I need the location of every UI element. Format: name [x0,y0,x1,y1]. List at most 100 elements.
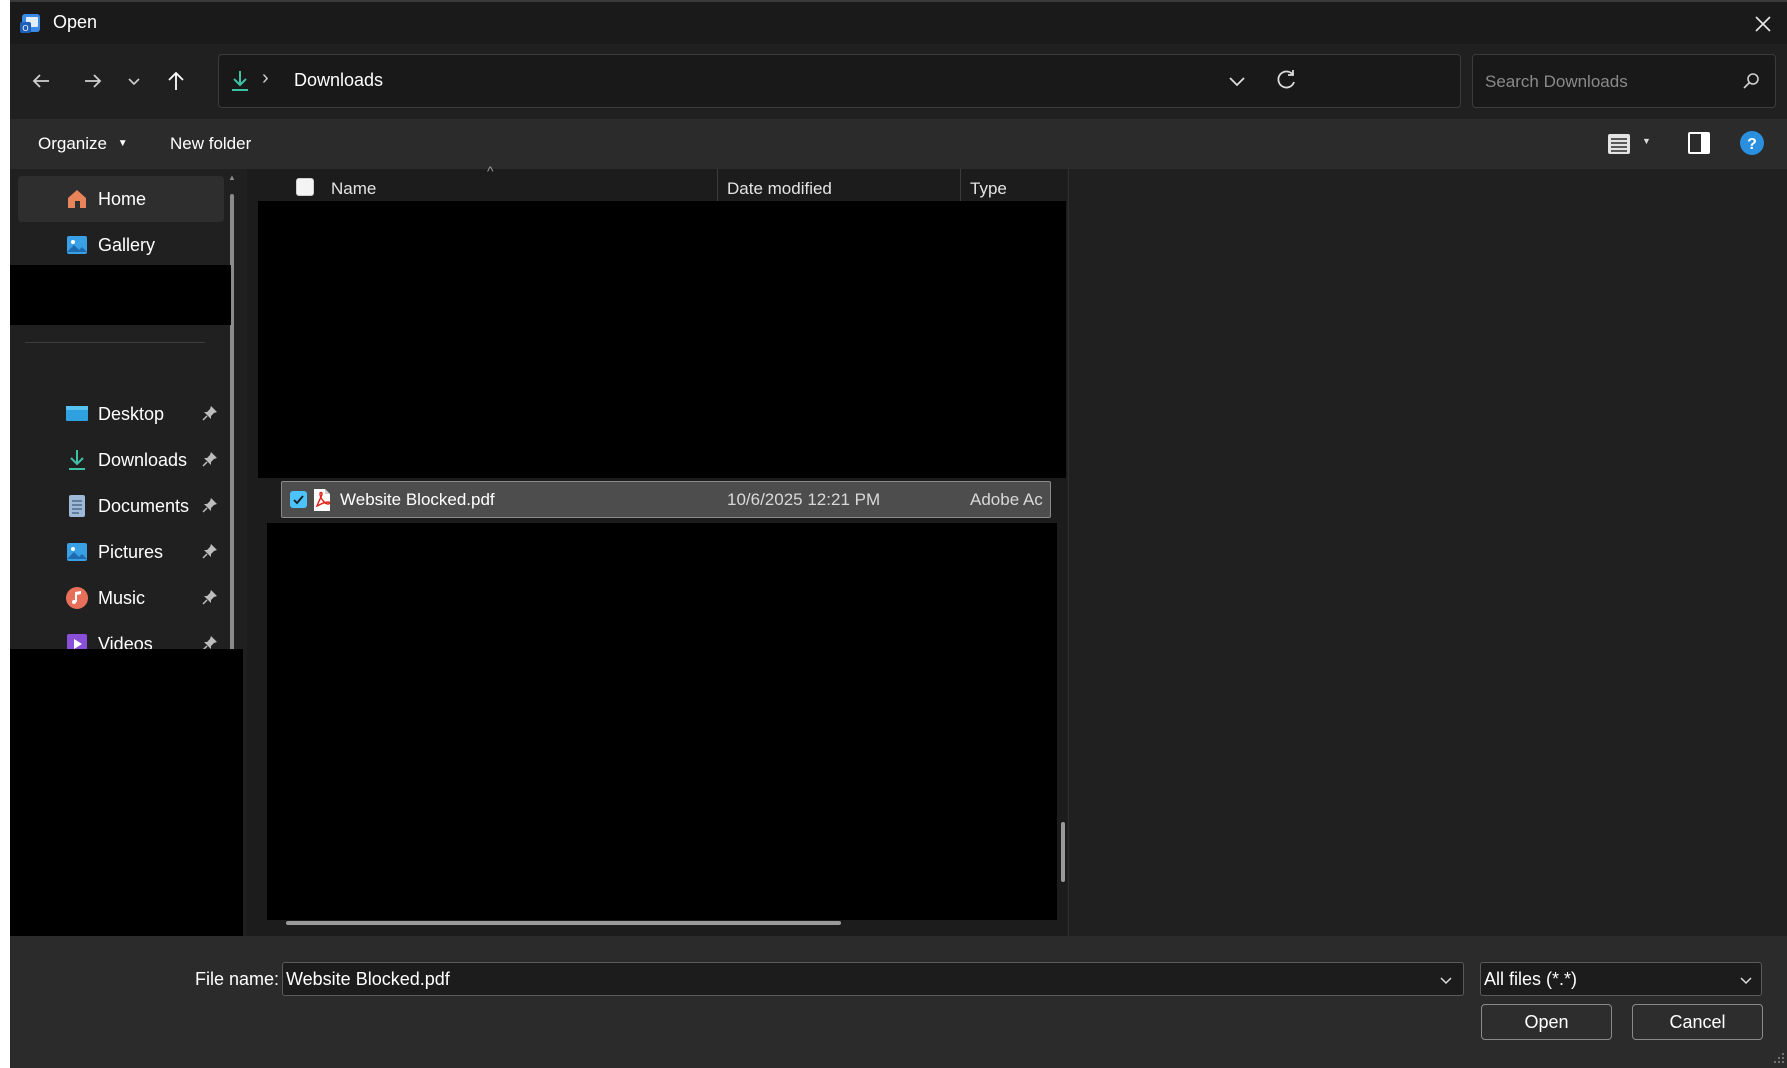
column-separator [960,169,961,203]
file-type-cell: Adobe Ac [970,490,1043,509]
redacted-region [267,523,1057,920]
sidebar-item-label: Pictures [98,541,164,562]
file-name-label: File name: [195,969,280,989]
column-header-name[interactable]: Name [331,179,376,199]
arrow-left-icon [32,74,49,88]
file-type-value: All files (*.*) [1484,969,1578,989]
view-options-button[interactable]: ▼ [1606,131,1656,157]
window-title: Open [53,12,98,32]
search-icon [1741,71,1761,91]
pdf-file-icon [311,488,333,512]
app-icon: O [19,12,43,36]
forward-button[interactable] [76,64,110,98]
pin-icon [202,590,217,605]
arrow-up-icon [168,71,184,90]
sidebar-item-music[interactable]: Music [18,575,224,621]
sidebar-item-label: Home [98,188,147,209]
svg-text:O: O [22,24,28,33]
refresh-icon [1277,70,1295,89]
download-icon [64,447,90,473]
file-name-input[interactable]: Website Blocked.pdf [286,969,450,990]
dialog-footer: File name: Website Blocked.pdf All files… [10,936,1787,1068]
document-icon [64,493,90,519]
caret-down-icon: ▼ [1642,136,1651,146]
sidebar-item-downloads[interactable]: Downloads [18,437,224,483]
help-icon: ? [1740,131,1764,155]
column-header-type[interactable]: Type [970,179,1007,199]
recent-locations-button[interactable] [117,64,151,98]
file-type-select[interactable]: All files (*.*) [1480,962,1762,996]
organize-label: Organize [38,134,107,153]
address-bar[interactable]: › Downloads [218,54,1461,108]
caret-down-icon: ▼ [117,138,128,149]
preview-pane [1068,169,1787,936]
desktop-icon [64,401,90,427]
gallery-icon [64,232,90,258]
new-folder-button[interactable]: New folder [170,134,251,154]
row-checkbox[interactable] [290,491,307,508]
sidebar-item-label: Documents [98,495,190,516]
table-row[interactable]: Website Blocked.pdf 10/6/2025 12:21 PM A… [281,481,1051,518]
close-icon [1755,16,1771,32]
sidebar-item-label: Gallery [98,234,156,255]
chevron-down-icon [1440,977,1452,985]
redacted-region [10,649,243,955]
organize-button[interactable]: Organize ▼ [38,134,128,154]
address-dropdown-button[interactable] [1225,69,1249,93]
resize-grip-icon[interactable] [1773,1052,1785,1064]
breadcrumb-separator: › [262,67,269,89]
open-dialog: O Open › Downloads Search Downloads Orga… [10,0,1787,1068]
pin-icon [202,498,217,513]
sidebar-item-label: Music [98,587,146,608]
refresh-button[interactable] [1273,67,1299,93]
sidebar-item-documents[interactable]: Documents [18,483,224,529]
background-strip [0,0,10,1068]
sidebar-divider [25,342,205,343]
music-icon [64,585,90,611]
pin-icon [202,544,217,559]
sidebar-item-desktop[interactable]: Desktop [18,391,224,437]
pin-icon [202,406,217,421]
vertical-scrollbar-thumb[interactable] [1061,822,1065,882]
redacted-region [258,201,1066,478]
chevron-down-icon [1740,977,1752,985]
horizontal-scrollbar-thumb[interactable] [286,921,841,925]
pictures-icon [64,539,90,565]
file-name-field[interactable]: Website Blocked.pdf [282,962,1464,996]
up-button[interactable] [159,64,193,98]
redacted-region [10,265,231,325]
preview-pane-button[interactable] [1686,130,1712,156]
help-button[interactable]: ? [1739,130,1765,156]
chevron-down-icon [128,78,140,86]
file-date-cell: 10/6/2025 12:21 PM [727,490,881,509]
home-icon [64,186,90,212]
sidebar-item-gallery[interactable]: Gallery [18,222,224,268]
checkmark-icon [293,495,304,505]
open-button[interactable]: Open [1481,1004,1612,1040]
arrow-right-icon [85,74,102,88]
column-header-date-modified[interactable]: Date modified [727,179,832,199]
search-box[interactable]: Search Downloads [1472,54,1776,108]
back-button[interactable] [24,64,58,98]
file-list: ^ Name Date modified Type Website Blocke… [247,163,1067,936]
sidebar-item-label: Downloads [98,449,188,470]
sidebar-scroll-up-arrow[interactable]: ▲ [228,173,236,182]
pin-icon [202,452,217,467]
sort-ascending-icon: ^ [487,163,494,179]
close-button[interactable] [1746,8,1780,40]
select-all-checkbox[interactable] [296,178,314,196]
sidebar-item-label: Desktop [98,403,165,424]
command-bar: Organize ▼ New folder ▼ ? [10,119,1787,169]
chevron-down-icon [1229,77,1245,87]
sidebar-item-home[interactable]: Home [18,176,224,222]
search-input[interactable]: Search Downloads [1485,72,1628,92]
cancel-button[interactable]: Cancel [1632,1004,1763,1040]
file-name-cell: Website Blocked.pdf [340,490,495,509]
svg-text:?: ? [1747,136,1757,153]
title-bar: O Open [10,0,1787,44]
column-separator [717,169,718,203]
download-icon [229,69,251,93]
list-view-icon [1608,134,1630,154]
breadcrumb-downloads[interactable]: Downloads [294,70,383,91]
sidebar-item-pictures[interactable]: Pictures [18,529,224,575]
